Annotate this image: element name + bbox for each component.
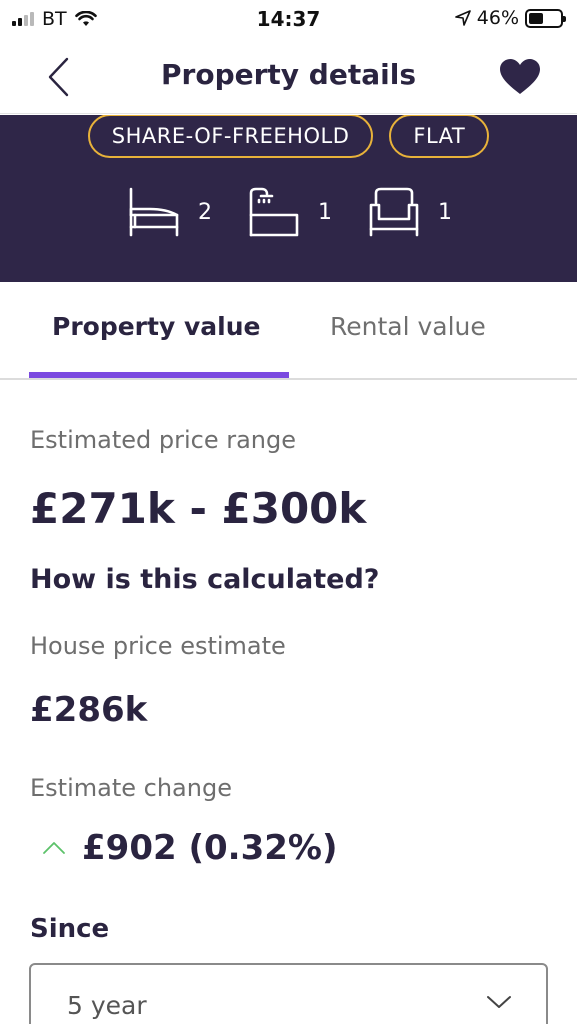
location-arrow-icon xyxy=(454,10,471,26)
armchair-icon xyxy=(369,187,419,237)
tag-tenure: SHARE-OF-FREEHOLD xyxy=(87,115,374,158)
tab-rental-value[interactable]: Rental value xyxy=(330,312,486,341)
since-label: Since xyxy=(30,914,110,944)
value-tabs: Property value Rental value xyxy=(0,282,577,380)
property-hero: SHARE-OF-FREEHOLD FLAT 2 1 1 xyxy=(0,115,577,282)
tab-property-value[interactable]: Property value xyxy=(52,312,260,341)
since-selected-value: 5 year xyxy=(67,991,147,1020)
since-dropdown[interactable]: 5 year xyxy=(29,963,548,1024)
bathrooms-feature: 1 xyxy=(248,187,332,237)
chevron-down-icon xyxy=(487,996,511,1008)
bedrooms-count: 2 xyxy=(198,199,212,225)
favourite-button[interactable] xyxy=(497,54,543,100)
estimate-change-row: £902 (0.32%) xyxy=(42,828,338,868)
chevron-up-icon xyxy=(43,842,65,854)
reception-count: 1 xyxy=(438,199,452,225)
active-tab-indicator xyxy=(29,372,289,378)
status-bar: BT 14:37 46% xyxy=(0,0,577,40)
price-range-value: £271k - £300k xyxy=(30,484,367,533)
property-features: 2 1 1 xyxy=(128,187,488,237)
estimate-label: House price estimate xyxy=(30,632,286,660)
bathrooms-count: 1 xyxy=(318,199,332,225)
price-range-label: Estimated price range xyxy=(30,426,297,454)
reception-feature: 1 xyxy=(368,187,452,237)
estimate-change-value: £902 (0.32%) xyxy=(82,828,338,868)
status-right: 46% xyxy=(454,7,566,29)
how-calculated-heading: How is this calculated? xyxy=(30,564,380,595)
battery-percent: 46% xyxy=(476,7,519,29)
tag-type: FLAT xyxy=(389,115,490,158)
bath-icon xyxy=(249,187,299,237)
battery-icon xyxy=(525,8,566,28)
nav-bar: Property details xyxy=(0,40,577,114)
bedrooms-feature: 2 xyxy=(128,187,212,237)
page-title: Property details xyxy=(161,58,416,91)
bed-icon xyxy=(129,187,179,237)
estimate-change-label: Estimate change xyxy=(30,774,232,802)
heart-icon xyxy=(500,59,540,94)
estimate-value: £286k xyxy=(30,690,148,730)
property-tags: SHARE-OF-FREEHOLD FLAT xyxy=(0,115,577,158)
